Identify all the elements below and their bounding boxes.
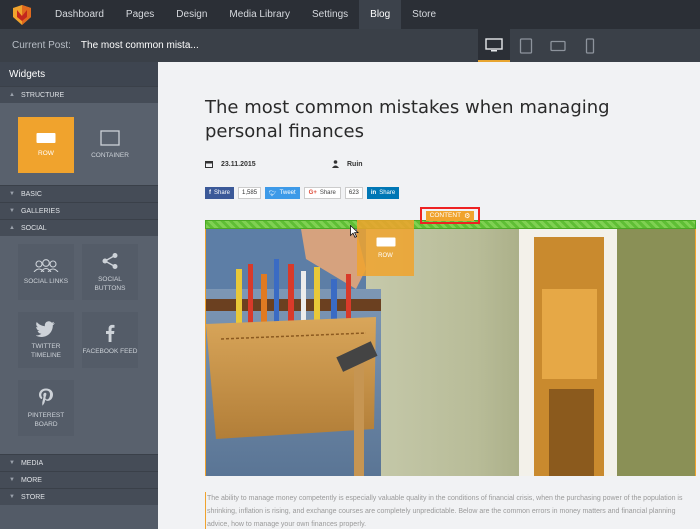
section-social[interactable]: ▲ SOCIAL [0,219,158,236]
share-icon [102,252,118,269]
current-post-bar: Current Post: The most common mista... [0,29,700,62]
widgets-title: Widgets [0,62,158,86]
tablet-icon[interactable] [510,29,542,62]
device-switcher [478,29,606,62]
current-post-label: Current Post: [12,40,71,51]
calendar-icon [205,161,213,168]
social-widgets: SOCIAL LINKS SOCIAL BUTTONS TWITTER TIME… [0,236,158,454]
nav-settings[interactable]: Settings [301,0,359,29]
content-badge[interactable]: CONTENT ⚙ [425,210,475,221]
facebook-share-count: 1,585 [238,187,262,199]
section-more[interactable]: ▼ MORE [0,471,158,488]
nav-pages[interactable]: Pages [115,0,165,29]
post-date: 23.11.2015 [205,160,256,168]
content-badge-highlight[interactable]: CONTENT ⚙ [420,207,480,224]
facebook-share-button[interactable]: f Share [205,187,235,199]
twitter-icon: 🐦︎ [269,190,277,197]
social-buttons-widget[interactable]: SOCIAL BUTTONS [82,244,138,300]
section-media[interactable]: ▼ MEDIA [0,454,158,471]
post-body[interactable]: The ability to manage money competently … [205,492,698,529]
facebook-feed-widget[interactable]: FACEBOOK FEED [82,312,138,368]
desktop-icon[interactable] [478,29,510,62]
phone-icon[interactable] [574,29,606,62]
logo-icon[interactable] [0,0,44,29]
dragged-row-widget[interactable]: ROW [357,220,414,276]
gplus-share-count: 623 [344,187,363,199]
post-author: Ruin [332,160,363,168]
gplus-share-button[interactable]: G+ Share [303,187,341,199]
share-buttons: f Share 1,585 🐦︎ Tweet G+ Share 623 in S… [205,187,400,199]
user-icon [332,160,339,168]
caret-up-icon: ▲ [9,92,15,98]
social-links-widget[interactable]: SOCIAL LINKS [18,244,74,300]
container-widget[interactable]: CONTAINER [82,117,138,173]
section-galleries[interactable]: ▼ GALLERIES [0,202,158,219]
top-navigation: Dashboard Pages Design Media Library Set… [0,0,700,29]
post-title[interactable]: The most common mistakes when managing p… [205,96,685,144]
section-store[interactable]: ▼ STORE [0,488,158,505]
structure-widgets: ROW CONTAINER [0,103,158,185]
mouse-cursor-icon [350,225,359,238]
caret-down-icon: ▼ [9,477,15,483]
gear-icon[interactable]: ⚙ [464,212,470,220]
tablet-landscape-icon[interactable] [542,29,574,62]
facebook-icon: f [209,190,211,196]
nav-store[interactable]: Store [401,0,447,29]
linkedin-icon: in [370,190,377,196]
editor-canvas: The most common mistakes when managing p… [158,62,700,529]
nav-blog[interactable]: Blog [359,0,402,29]
widgets-sidebar: Widgets ▲ STRUCTURE ROW CONTAINER ▼ BASI… [0,62,158,529]
current-post-selector[interactable]: The most common mista... [81,40,199,51]
caret-up-icon: ▲ [9,225,15,231]
caret-down-icon: ▼ [9,494,15,500]
row-icon [376,237,395,247]
row-widget[interactable]: ROW [18,117,74,173]
row-icon [36,133,56,143]
caret-down-icon: ▼ [9,208,15,214]
nav-dashboard[interactable]: Dashboard [44,0,115,29]
section-basic[interactable]: ▼ BASIC [0,185,158,202]
caret-down-icon: ▼ [9,191,15,197]
container-icon [100,130,120,146]
nav-media-library[interactable]: Media Library [218,0,301,29]
post-image[interactable] [205,229,696,476]
pinterest-board-widget[interactable]: PINTEREST BOARD [18,380,74,436]
section-structure[interactable]: ▲ STRUCTURE [0,86,158,103]
social-links-icon [33,259,59,272]
twitter-icon [36,320,55,337]
twitter-timeline-widget[interactable]: TWITTER TIMELINE [18,312,74,368]
facebook-icon [106,324,115,342]
gplus-icon: G+ [308,190,317,196]
linkedin-share-button[interactable]: in Share [366,187,400,199]
nav-design[interactable]: Design [165,0,218,29]
pinterest-icon [39,388,53,406]
tweet-button[interactable]: 🐦︎ Tweet [265,187,300,199]
caret-down-icon: ▼ [9,460,15,466]
